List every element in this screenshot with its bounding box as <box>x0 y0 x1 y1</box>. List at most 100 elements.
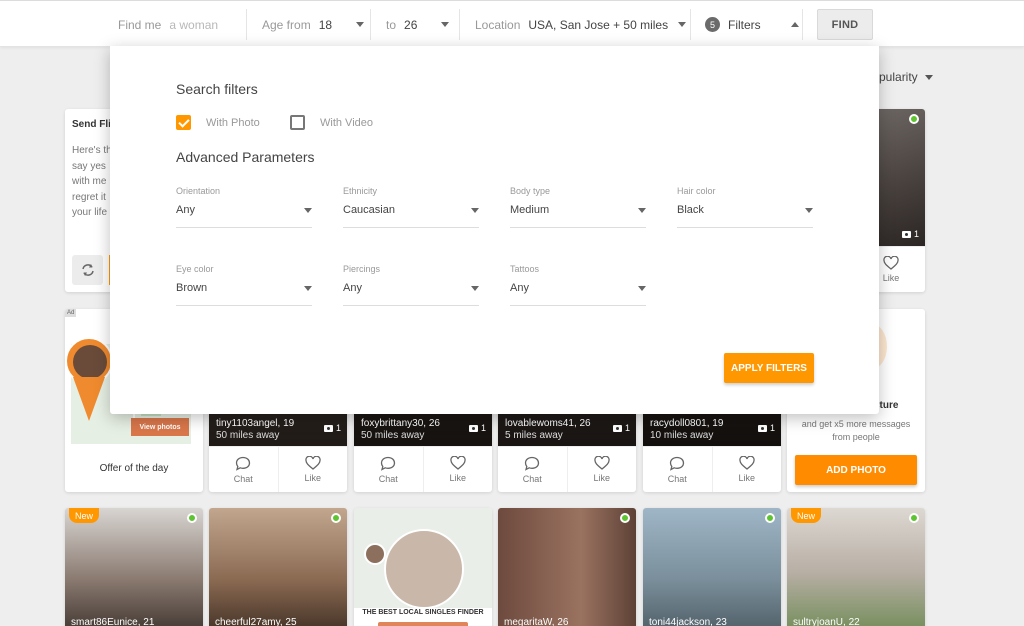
like-button[interactable]: Like <box>422 447 493 492</box>
online-indicator <box>909 114 919 124</box>
with-video-label: With Video <box>320 116 373 129</box>
hair-color-value[interactable]: Black <box>677 204 813 228</box>
photo-count: 1 <box>468 423 486 433</box>
body-type-label: Body type <box>510 186 551 196</box>
piercings-select[interactable]: Piercings Any <box>343 264 479 306</box>
find-me-label: Find me <box>118 17 162 32</box>
chevron-down-icon <box>441 22 450 27</box>
online-indicator <box>765 513 775 523</box>
filters-toggle[interactable]: 5 Filters <box>705 1 799 48</box>
profile-name: smart86Eunice, 21 <box>71 617 155 626</box>
chevron-down-icon <box>638 286 646 291</box>
profile-name: lovablewoms41, 26 <box>505 418 591 429</box>
sort-select[interactable]: pularity <box>879 70 933 84</box>
card-actions: Chat Like <box>498 446 636 492</box>
camera-icon <box>757 424 767 432</box>
ad-button[interactable] <box>378 622 468 626</box>
advanced-params-title: Advanced Parameters <box>176 149 315 165</box>
location-value: USA, San Jose + 50 miles <box>528 17 669 32</box>
camera-icon <box>612 424 622 432</box>
profile-name: tiny1103angel, 19 <box>216 418 295 429</box>
with-photo-label: With Photo <box>206 116 260 129</box>
search-bar: Find me a woman Age from 18 to 26 Locati… <box>0 0 1024 47</box>
orientation-select[interactable]: Orientation Any <box>176 186 312 228</box>
piercings-label: Piercings <box>343 264 381 274</box>
with-photo-checkbox[interactable]: With Photo <box>176 115 260 130</box>
ethnicity-select[interactable]: Ethnicity Caucasian <box>343 186 479 228</box>
chevron-down-icon <box>304 286 312 291</box>
divider <box>459 9 460 40</box>
add-photo-button[interactable]: ADD PHOTO <box>795 455 917 485</box>
profile-card[interactable]: cheerful27amy, 25 <box>209 508 347 626</box>
profile-photo[interactable] <box>498 508 636 626</box>
age-from-select[interactable]: Age from 18 <box>262 1 365 48</box>
like-button[interactable]: Like <box>277 447 348 492</box>
profile-card[interactable]: New sultryjoanU, 22 <box>787 508 925 626</box>
photo-count: 1 <box>757 423 775 433</box>
photo-count: 1 <box>323 423 341 433</box>
ad-badge: Ad <box>65 309 77 317</box>
chevron-down-icon <box>678 22 687 27</box>
chevron-down-icon <box>304 208 312 213</box>
profile-overlay: foxybrittany30, 26 50 miles away 1 <box>354 414 492 446</box>
profile-overlay: racydoll0801, 19 10 miles away 1 <box>643 414 781 446</box>
search-filters-panel: Search filters With Photo With Video Adv… <box>110 46 879 414</box>
like-button[interactable]: Like <box>711 447 782 492</box>
profile-photo[interactable] <box>787 508 925 626</box>
body-type-select[interactable]: Body type Medium <box>510 186 646 228</box>
card-actions: Chat Like <box>209 446 347 492</box>
orientation-value[interactable]: Any <box>176 204 312 228</box>
profile-photo[interactable] <box>643 508 781 626</box>
profile-card[interactable]: megaritaW, 26 <box>498 508 636 626</box>
location-select[interactable]: Location USA, San Jose + 50 miles <box>475 1 687 48</box>
divider <box>246 9 247 40</box>
eye-color-label: Eye color <box>176 264 214 274</box>
ad-card[interactable]: Ad THE BEST LOCAL SINGLES FINDER <box>354 508 492 626</box>
chat-button[interactable]: Chat <box>498 447 567 492</box>
with-video-checkbox[interactable]: With Video <box>290 115 373 130</box>
ethnicity-label: Ethnicity <box>343 186 378 196</box>
tattoos-select[interactable]: Tattoos Any <box>510 264 646 306</box>
hair-color-select[interactable]: Hair color Black <box>677 186 813 228</box>
profile-photo[interactable] <box>209 508 347 626</box>
orientation-label: Orientation <box>176 186 221 196</box>
piercings-value[interactable]: Any <box>343 282 479 306</box>
location-label: Location <box>475 17 521 32</box>
find-button[interactable]: FIND <box>817 9 873 40</box>
offer-caption: Offer of the day <box>99 463 169 474</box>
age-to-select[interactable]: to 26 <box>386 1 450 48</box>
flirt-card-title: Send Fli <box>72 119 111 130</box>
tattoos-value[interactable]: Any <box>510 282 646 306</box>
profile-photo[interactable] <box>65 508 203 626</box>
ad-caption: THE BEST LOCAL SINGLES FINDER <box>362 609 484 616</box>
age-to-label: to <box>386 17 397 32</box>
filters-count-badge: 5 <box>705 17 720 32</box>
eye-color-value[interactable]: Brown <box>176 282 312 306</box>
profile-distance: 10 miles away <box>650 430 714 441</box>
like-button[interactable]: Like <box>566 447 637 492</box>
chat-button[interactable]: Chat <box>209 447 278 492</box>
apply-filters-button[interactable]: APPLY FILTERS <box>724 353 814 383</box>
new-badge: New <box>791 508 822 523</box>
find-me-input[interactable]: a woman <box>169 18 218 32</box>
heart-icon <box>594 456 610 470</box>
profile-distance: 50 miles away <box>216 430 280 441</box>
age-from-value: 18 <box>318 17 333 32</box>
map-pin-icon <box>73 377 105 421</box>
profile-card[interactable]: New smart86Eunice, 21 <box>65 508 203 626</box>
body-type-value[interactable]: Medium <box>510 204 646 228</box>
ethnicity-value[interactable]: Caucasian <box>343 204 479 228</box>
refresh-button[interactable] <box>72 255 103 285</box>
eye-color-select[interactable]: Eye color Brown <box>176 264 312 306</box>
chat-button[interactable]: Chat <box>354 447 423 492</box>
view-photos-button[interactable]: View photos <box>131 418 189 436</box>
chevron-down-icon <box>471 208 479 213</box>
online-indicator <box>331 513 341 523</box>
profile-card[interactable]: toni44jackson, 23 <box>643 508 781 626</box>
divider <box>370 9 371 40</box>
ad-profile-photo <box>384 529 464 609</box>
find-me-field[interactable]: Find me a woman <box>118 1 218 48</box>
chat-button[interactable]: Chat <box>643 447 712 492</box>
card-actions: Chat Like <box>643 446 781 492</box>
divider <box>690 9 691 40</box>
